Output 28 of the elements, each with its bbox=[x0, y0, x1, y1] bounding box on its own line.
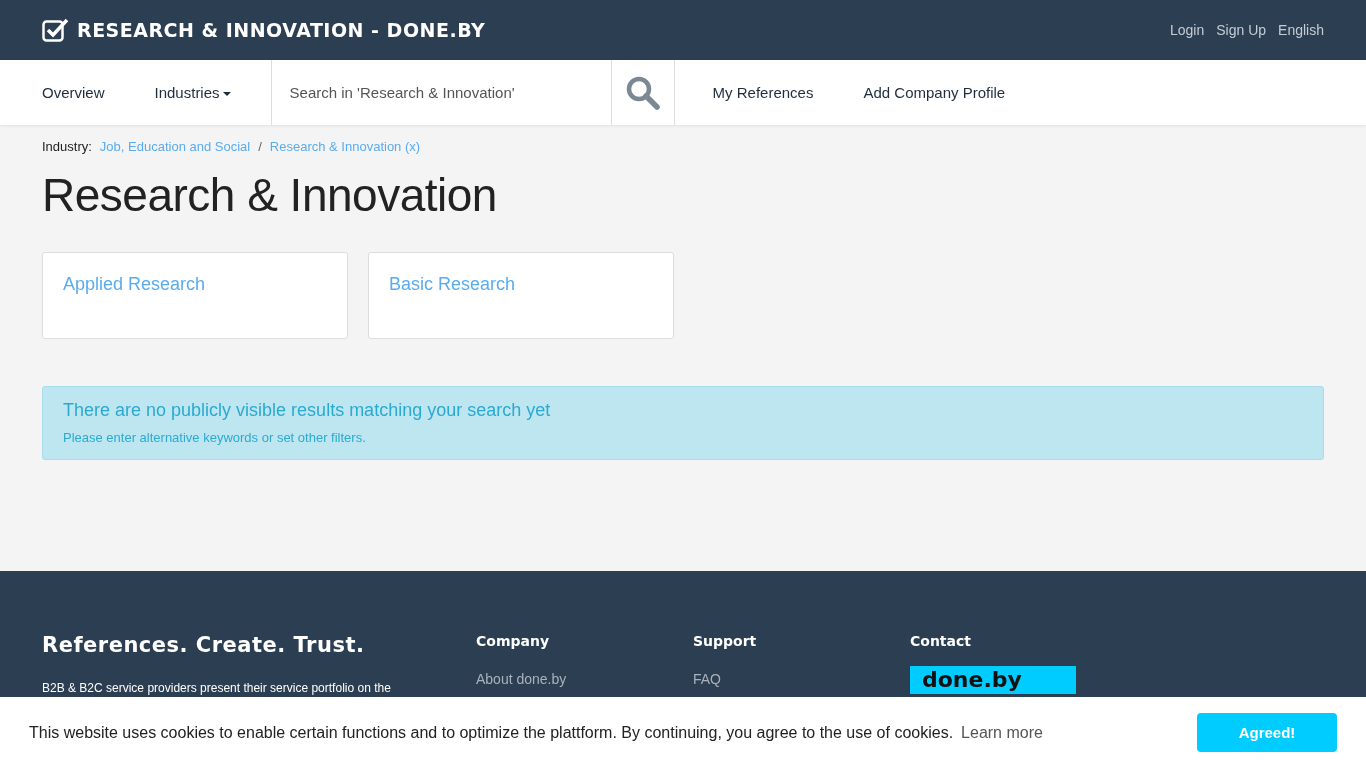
search-field[interactable]: Search in 'Research & Innovation' bbox=[270, 60, 611, 125]
breadcrumb-separator: / bbox=[258, 139, 262, 154]
footer-heading: Contact bbox=[910, 633, 972, 649]
footer-heading: Support bbox=[693, 633, 758, 649]
site-title: RESEARCH & INNOVATION - DONE.BY bbox=[77, 19, 486, 41]
page-title: Research & Innovation bbox=[42, 168, 498, 222]
alert-title: There are no publicly visible results matching your search yet bbox=[63, 400, 552, 421]
footer-link[interactable]: FAQ bbox=[693, 671, 910, 687]
checkbox-logo-icon bbox=[42, 18, 69, 42]
header-link[interactable]: Sign Up bbox=[1216, 22, 1267, 38]
brand-logo: done.by bbox=[910, 666, 1076, 694]
nav-link[interactable]: Add Company Profile bbox=[863, 60, 1006, 125]
footer-link[interactable]: About done.by bbox=[476, 671, 693, 687]
learn-more-link[interactable]: Learn more bbox=[961, 723, 1043, 742]
industries-dropdown[interactable]: Industries bbox=[154, 60, 231, 125]
footer-heading: Company bbox=[476, 633, 551, 649]
nav-link[interactable]: My References bbox=[712, 60, 814, 125]
breadcrumb-label: Industry: bbox=[42, 139, 92, 154]
nav-link[interactable]: Overview bbox=[42, 60, 105, 125]
footer-text: B2B & B2C service providers present their service portfolio on the bbox=[42, 681, 392, 695]
search-button[interactable] bbox=[610, 60, 675, 125]
caret-icon bbox=[222, 92, 231, 96]
header-link[interactable]: English bbox=[1278, 22, 1324, 38]
alert-text: Please enter alternative keywords or set other filters. bbox=[63, 430, 367, 445]
search-icon bbox=[625, 75, 660, 110]
cookie-text: This website uses cookies to enable certain functions and to optimize the plattform. By continuing, you agree to the use of cookies. bbox=[29, 723, 954, 742]
footer-slogan: References. Create. Trust. bbox=[42, 633, 366, 657]
header-link[interactable]: Login bbox=[1170, 22, 1205, 38]
